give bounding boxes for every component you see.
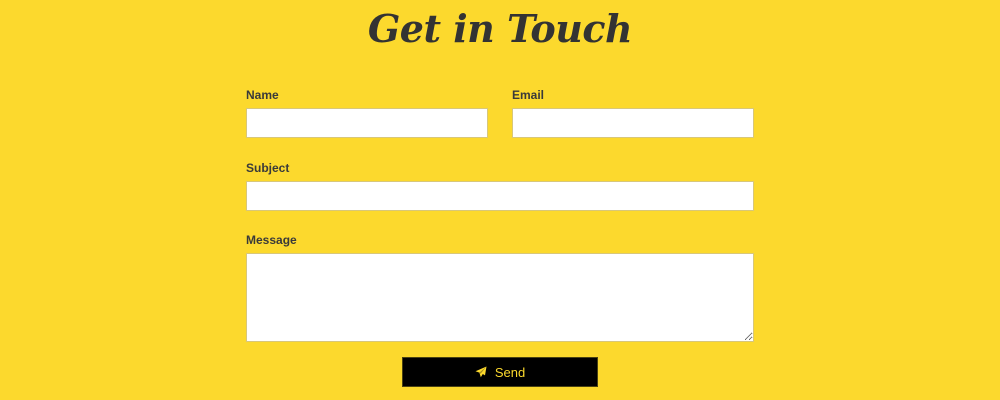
subject-label: Subject (246, 161, 290, 175)
name-field-group: Name (246, 88, 488, 138)
subject-input[interactable] (246, 181, 754, 211)
name-email-row: Name Email (246, 88, 754, 138)
send-button-label: Send (494, 364, 526, 380)
contact-form: Name Email Subject Message (246, 88, 754, 342)
name-input[interactable] (246, 108, 488, 138)
name-label: Name (246, 88, 279, 102)
send-button-wrapper: Send (402, 357, 598, 387)
message-label: Message (246, 233, 297, 247)
page-title: Get in Touch (367, 6, 633, 51)
paper-plane-icon (475, 366, 487, 378)
message-field-group: Message (246, 233, 754, 342)
message-textarea[interactable] (246, 253, 754, 342)
email-label: Email (512, 88, 545, 102)
email-input[interactable] (512, 108, 754, 138)
email-field-group: Email (512, 88, 754, 138)
subject-field-group: Subject (246, 161, 754, 211)
send-button[interactable]: Send (402, 357, 598, 387)
